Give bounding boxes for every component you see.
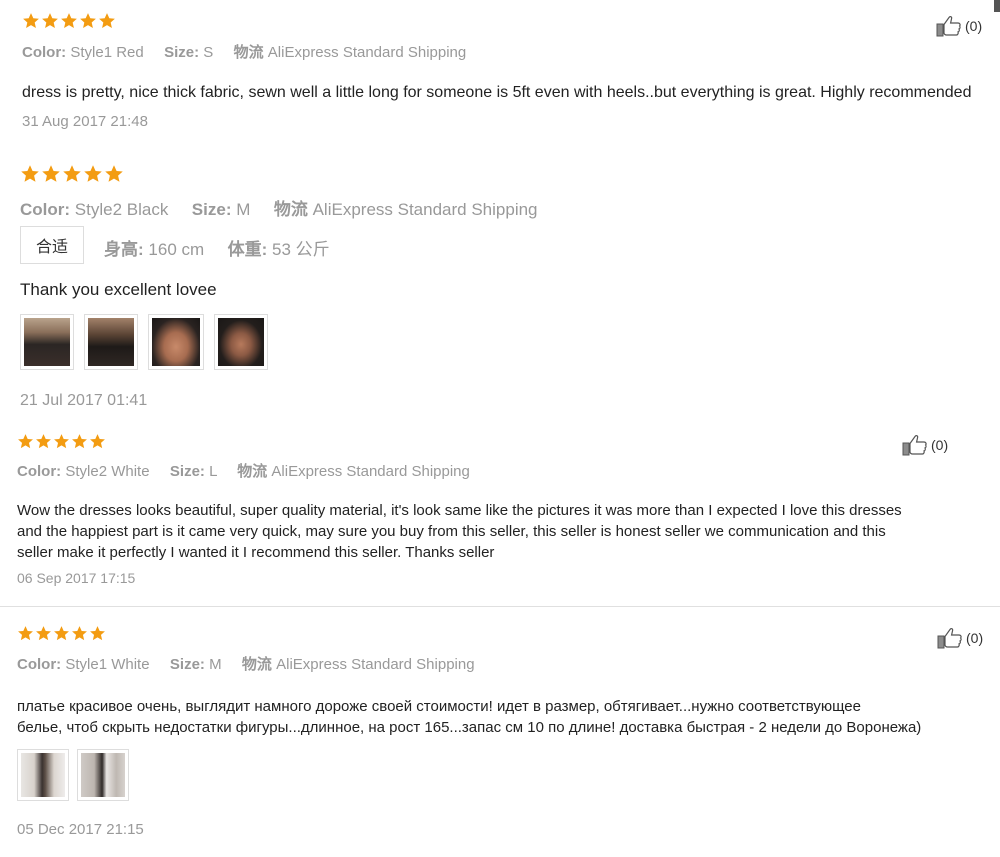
size-label: Size: — [169, 463, 205, 480]
fit-badge: 合适 — [20, 226, 84, 264]
review-date: 31 Aug 2017 21:48 — [22, 113, 148, 130]
size-value: M — [209, 656, 222, 673]
review-photo[interactable] — [77, 749, 129, 801]
review-photo[interactable] — [17, 749, 69, 801]
thumbs-up-icon — [936, 14, 962, 38]
content-line: and the happiest part is it came very qu… — [17, 523, 886, 540]
content-line: seller make it perfectly I wanted it I r… — [17, 544, 495, 561]
review-photos — [17, 749, 129, 801]
star-icon — [89, 433, 106, 450]
star-icon — [79, 12, 97, 30]
size-label: Size: — [164, 44, 200, 61]
star-icon — [62, 164, 82, 184]
review-content: dress is pretty, nice thick fabric, sewn… — [22, 84, 972, 101]
color-value: Style2 Black — [74, 200, 169, 219]
color-label: Color: — [22, 44, 67, 61]
review-meta: Color: Style1 Red Size: S 物流 AliExpress … — [22, 41, 466, 62]
star-icon — [104, 164, 124, 184]
review-meta: Color: Style1 White Size: M 物流 AliExpres… — [17, 653, 475, 674]
height-label: 身高: — [104, 240, 144, 259]
star-icon — [53, 625, 70, 642]
logistics-value: AliExpress Standard Shipping — [267, 44, 467, 61]
helpful-count: (0) — [931, 437, 949, 453]
review-photo[interactable] — [20, 314, 74, 370]
size-value: M — [236, 200, 251, 219]
helpful-count: (0) — [965, 18, 983, 34]
star-icon — [98, 12, 116, 30]
review-content: Wow the dresses looks beautiful, super q… — [17, 500, 902, 563]
rating-stars — [22, 12, 117, 30]
star-icon — [83, 164, 103, 184]
helpful-button[interactable]: (0) — [902, 433, 948, 457]
review-photos — [20, 314, 268, 370]
review-meta: Color: Style2 White Size: L 物流 AliExpres… — [17, 460, 470, 481]
star-icon — [89, 625, 106, 642]
divider — [0, 606, 1000, 607]
review-meta: Color: Style2 Black Size: M 物流 AliExpres… — [20, 195, 538, 220]
review-date: 21 Jul 2017 01:41 — [20, 392, 148, 409]
color-label: Color: — [17, 656, 62, 673]
helpful-button[interactable]: (0) — [936, 14, 982, 38]
review-photo[interactable] — [214, 314, 268, 370]
star-icon — [35, 625, 52, 642]
star-icon — [22, 12, 40, 30]
content-line: белье, чтоб скрыть недостатки фигуры...д… — [17, 719, 922, 736]
star-icon — [60, 12, 78, 30]
color-value: Style1 Red — [70, 44, 144, 61]
star-icon — [41, 164, 61, 184]
star-icon — [17, 433, 34, 450]
size-value: S — [203, 44, 214, 61]
star-icon — [35, 433, 52, 450]
weight-label: 体重: — [227, 240, 268, 259]
helpful-button[interactable]: (0) — [937, 626, 983, 650]
body-info: 身高: 160 cm 体重: 53 公斤 — [104, 235, 330, 260]
rating-stars — [17, 433, 107, 450]
height-value: 160 cm — [148, 240, 205, 259]
weight-value: 53 公斤 — [272, 240, 330, 259]
logistics-label: 物流 — [273, 200, 308, 219]
color-value: Style2 White — [65, 463, 150, 480]
review-date: 05 Dec 2017 21:15 — [17, 821, 144, 838]
helpful-count: (0) — [966, 630, 984, 646]
rating-stars — [17, 625, 107, 642]
star-icon — [41, 12, 59, 30]
logistics-value: AliExpress Standard Shipping — [276, 656, 475, 673]
size-label: Size: — [169, 656, 205, 673]
scrollbar[interactable] — [994, 0, 1000, 12]
star-icon — [71, 625, 88, 642]
review-content: Thank you excellent lovee — [20, 280, 217, 299]
size-label: Size: — [191, 200, 232, 219]
logistics-value: AliExpress Standard Shipping — [271, 463, 470, 480]
logistics-label: 物流 — [233, 44, 264, 61]
review-photo[interactable] — [84, 314, 138, 370]
fit-label: 合适 — [35, 239, 68, 256]
logistics-value: AliExpress Standard Shipping — [312, 200, 538, 219]
content-line: платье красивое очень, выглядит намного … — [17, 698, 861, 715]
logistics-label: 物流 — [241, 656, 272, 673]
size-value: L — [209, 463, 217, 480]
content-line: Wow the dresses looks beautiful, super q… — [17, 502, 902, 519]
star-icon — [71, 433, 88, 450]
review-date: 06 Sep 2017 17:15 — [17, 570, 136, 586]
color-value: Style1 White — [65, 656, 150, 673]
review-photo[interactable] — [148, 314, 204, 370]
review-content: платье красивое очень, выглядит намного … — [17, 696, 921, 738]
logistics-label: 物流 — [237, 463, 268, 480]
star-icon — [53, 433, 70, 450]
thumbs-up-icon — [937, 626, 963, 650]
color-label: Color: — [20, 200, 71, 219]
color-label: Color: — [17, 463, 62, 480]
thumbs-up-icon — [902, 433, 928, 457]
star-icon — [20, 164, 40, 184]
star-icon — [17, 625, 34, 642]
rating-stars — [20, 164, 125, 184]
